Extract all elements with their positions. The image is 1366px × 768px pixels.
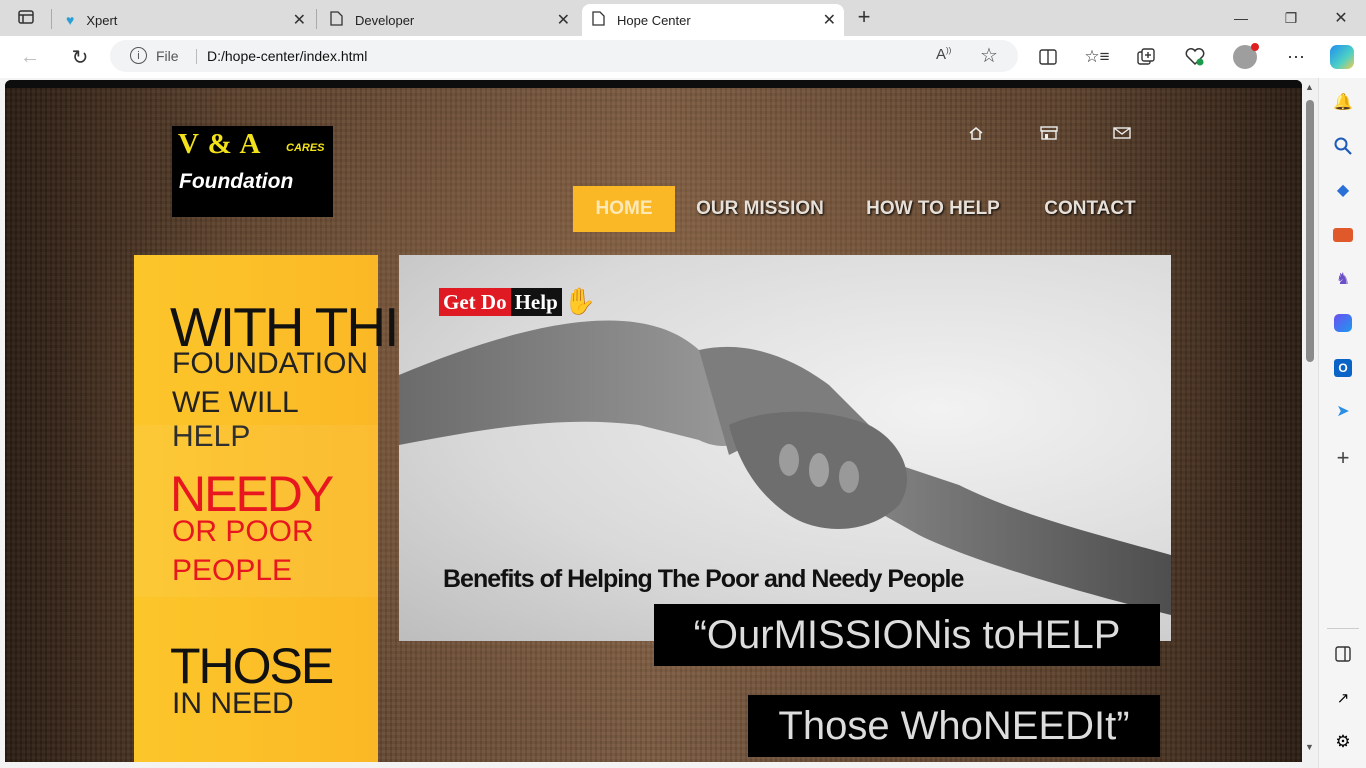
games-chess-icon[interactable]: ♞ xyxy=(1331,267,1355,291)
nav-our-mission[interactable]: OUR MISSION xyxy=(689,186,831,232)
mail-icon[interactable] xyxy=(1113,125,1131,141)
panel-block-2: NEEDY OR POOR PEOPLE xyxy=(134,425,378,597)
url-text: D:/hope-center/index.html xyxy=(207,48,368,64)
foundation-logo[interactable]: V & A CARES Foundation xyxy=(172,126,333,217)
refresh-icon[interactable]: ↻ xyxy=(66,44,94,70)
back-icon: ← xyxy=(20,45,40,68)
outlook-icon[interactable]: O xyxy=(1331,356,1355,380)
minimize-icon[interactable]: — xyxy=(1218,0,1264,36)
settings-gear-icon[interactable]: ⚙ xyxy=(1331,730,1355,754)
tab-bar: ♥ Xpert ✕ Developer ✕ Hope Center ✕ + — … xyxy=(0,0,1366,36)
tab-title: Developer xyxy=(355,12,415,28)
panel-text-in-need: IN NEED xyxy=(172,687,294,720)
helping-hand-icon: ✋ xyxy=(563,286,597,316)
favorite-star-icon[interactable]: ☆ xyxy=(980,43,998,68)
mission-quote-2: Those WhoNEEDIt” xyxy=(748,695,1160,757)
logo-line1: V & A xyxy=(178,128,262,160)
edge-sidebar: 🔔 ◆ ♞ O ➤ + ↗ ⚙ xyxy=(1318,78,1366,768)
tab-title: Hope Center xyxy=(617,12,691,28)
address-bar-row: ← ↻ i File D:/hope-center/index.html A))… xyxy=(0,36,1366,78)
badge-black-text: Help xyxy=(510,287,562,316)
tab-developer[interactable]: Developer ✕ xyxy=(320,4,578,36)
scheme-label: File xyxy=(156,48,179,64)
mission-quote-1: “OurMISSIONis toHELP xyxy=(654,604,1160,666)
send-paper-plane-icon[interactable]: ➤ xyxy=(1331,399,1355,423)
close-tab-icon[interactable]: ✕ xyxy=(823,10,836,30)
panel-text-or-poor: OR POOR xyxy=(172,515,314,548)
top-strip xyxy=(5,80,1302,88)
nav-how-to-help[interactable]: HOW TO HELP xyxy=(861,186,1005,232)
window-close-icon[interactable]: ✕ xyxy=(1318,0,1364,36)
badge-red-text: Get Do xyxy=(439,287,511,316)
microsoft-365-icon[interactable] xyxy=(1331,311,1355,335)
sidebar-divider xyxy=(1327,628,1359,629)
tab-xpert[interactable]: ♥ Xpert ✕ xyxy=(56,4,314,36)
hide-sidebar-icon[interactable] xyxy=(1331,642,1355,666)
mission-panel: WITH THIS FOUNDATION WE WILL HELP NEEDY … xyxy=(134,255,434,762)
shopping-tag-icon[interactable]: ◆ xyxy=(1331,178,1355,202)
hero-image: Get Do Help ✋ Benefits of Helping The Po… xyxy=(399,255,1171,641)
notifications-bell-icon[interactable]: 🔔 xyxy=(1331,90,1355,114)
search-icon[interactable] xyxy=(1331,134,1355,158)
panel-text-people: PEOPLE xyxy=(172,554,293,587)
logo-line2: Foundation xyxy=(179,170,294,193)
close-tab-icon[interactable]: ✕ xyxy=(293,10,306,30)
favorites-icon[interactable]: ☆≡ xyxy=(1083,44,1111,70)
page-viewport: V & A CARES Foundation HOME OUR MISSION … xyxy=(5,80,1302,762)
profile-avatar[interactable] xyxy=(1231,43,1259,70)
open-external-icon[interactable]: ↗ xyxy=(1331,686,1355,710)
close-tab-icon[interactable]: ✕ xyxy=(557,10,570,30)
page-favicon-icon xyxy=(592,11,605,29)
address-separator xyxy=(196,49,197,64)
scroll-down-icon[interactable]: ▼ xyxy=(1305,742,1314,752)
tools-briefcase-icon[interactable] xyxy=(1331,223,1355,247)
info-icon: i xyxy=(130,47,147,64)
more-options-icon[interactable]: ⋯ xyxy=(1282,44,1310,70)
nav-contact[interactable]: CONTACT xyxy=(1035,186,1145,232)
panel-block-3: THOSE IN NEED xyxy=(134,597,378,762)
page-scrollbar[interactable]: ▲ ▼ xyxy=(1302,78,1318,768)
read-aloud-icon[interactable]: A)) xyxy=(936,46,951,63)
panel-text-foundation: FOUNDATION xyxy=(172,347,369,380)
tab-separator xyxy=(316,9,317,29)
tab-separator xyxy=(51,9,52,29)
copilot-icon[interactable] xyxy=(1328,44,1356,70)
page-favicon-icon xyxy=(330,11,343,29)
nav-home[interactable]: HOME xyxy=(573,186,675,232)
address-field[interactable]: i File D:/hope-center/index.html A)) ☆ xyxy=(110,40,1018,72)
tab-actions-icon[interactable] xyxy=(12,4,40,30)
scroll-up-icon[interactable]: ▲ xyxy=(1305,82,1314,92)
scroll-thumb[interactable] xyxy=(1306,100,1314,362)
store-icon[interactable] xyxy=(1040,125,1058,141)
hero-caption: Benefits of Helping The Poor and Needy P… xyxy=(443,565,964,593)
restore-icon[interactable]: ❐ xyxy=(1268,0,1314,36)
add-sidebar-app-icon[interactable]: + xyxy=(1331,445,1355,470)
logo-cares: CARES xyxy=(286,142,325,154)
get-do-help-badge: Get Do Help ✋ xyxy=(439,286,596,317)
tab-hope-center[interactable]: Hope Center ✕ xyxy=(582,4,844,36)
split-screen-icon[interactable] xyxy=(1034,44,1062,70)
tab-title: Xpert xyxy=(86,12,118,28)
collections-icon[interactable] xyxy=(1132,44,1160,70)
panel-block-1: WITH THIS FOUNDATION WE WILL HELP xyxy=(134,255,434,453)
browser-essentials-icon[interactable] xyxy=(1181,44,1209,70)
home-icon[interactable] xyxy=(967,125,985,141)
heart-favicon-icon: ♥ xyxy=(66,12,75,28)
new-tab-icon[interactable]: + xyxy=(850,4,878,30)
